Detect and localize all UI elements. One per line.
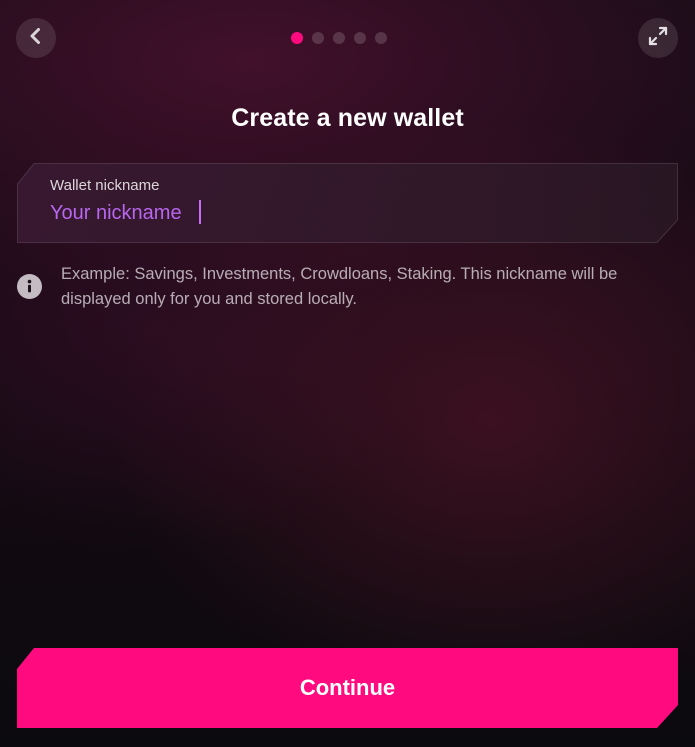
step-dot-4 xyxy=(354,32,366,44)
page-title: Create a new wallet xyxy=(231,104,464,132)
info-icon xyxy=(17,274,42,299)
step-dot-1 xyxy=(291,32,303,44)
nickname-input[interactable] xyxy=(48,199,642,227)
chevron-left-icon xyxy=(26,26,46,50)
step-dot-5 xyxy=(375,32,387,44)
expand-arrows-icon xyxy=(647,25,669,51)
continue-button-label: Continue xyxy=(299,675,396,700)
step-dot-2 xyxy=(312,32,324,44)
expand-button[interactable] xyxy=(638,18,678,58)
nickname-hint-text: Example: Savings, Investments, Crowdloan… xyxy=(61,265,618,308)
step-indicator xyxy=(291,32,387,44)
continue-button[interactable]: Continue xyxy=(17,648,678,728)
nickname-field-label: Wallet nickname xyxy=(50,177,160,194)
nickname-field[interactable]: Wallet nickname xyxy=(17,163,678,243)
text-caret xyxy=(199,200,201,224)
back-button[interactable] xyxy=(16,18,56,58)
step-dot-3 xyxy=(333,32,345,44)
